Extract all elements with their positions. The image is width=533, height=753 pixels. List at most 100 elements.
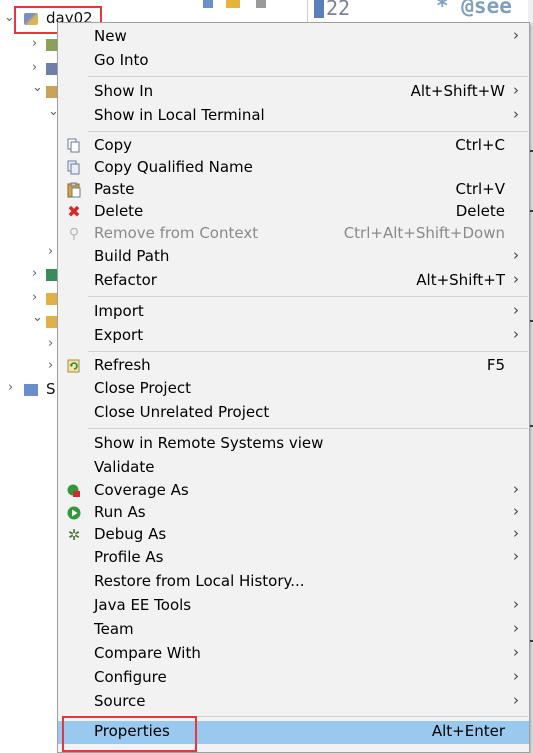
code-text: * @see	[436, 0, 512, 18]
menu-item-copy-qualified-name[interactable]: Copy Qualified Name	[58, 157, 529, 180]
menu-item-export[interactable]: Export ›	[58, 325, 529, 348]
properties-highlight-box	[62, 716, 197, 752]
menu-item-build-path[interactable]: Build Path ›	[58, 246, 529, 269]
menu-item-label: Show in Remote Systems view	[94, 434, 324, 452]
submenu-arrow-icon: ›	[513, 524, 519, 542]
menu-item-label: Restore from Local History...	[94, 572, 305, 590]
menu-item-label: Source	[94, 692, 146, 710]
menu-item-run-as[interactable]: Run As ›	[58, 502, 529, 525]
submenu-arrow-icon: ›	[513, 26, 519, 44]
menu-item-label: Delete	[94, 202, 144, 220]
folder-icon	[24, 384, 38, 396]
submenu-arrow-icon: ›	[513, 105, 519, 123]
menu-item-shortcut: Ctrl+V	[455, 180, 505, 198]
menu-item-label: Coverage As	[94, 481, 189, 499]
menu-item-team[interactable]: Team ›	[58, 619, 529, 642]
delete-icon: ✖	[67, 202, 81, 221]
menu-item-label: Show in Local Terminal	[94, 106, 265, 124]
menu-item-label: Export	[94, 326, 144, 344]
menu-item-label: Refresh	[94, 356, 151, 374]
menu-item-label: Java EE Tools	[94, 596, 192, 614]
menu-item-restore-from-local-history[interactable]: Restore from Local History...	[58, 571, 529, 594]
menu-item-label: Build Path	[94, 247, 170, 265]
submenu-arrow-icon: ›	[513, 619, 519, 637]
menu-item-validate[interactable]: Validate	[58, 457, 529, 480]
menu-separator	[88, 296, 528, 297]
menu-item-compare-with[interactable]: Compare With ›	[58, 643, 529, 666]
menu-item-label: Profile As	[94, 548, 164, 566]
menu-item-shortcut: Alt+Shift+T	[416, 271, 505, 289]
submenu-arrow-icon: ›	[513, 325, 519, 343]
menu-item-source[interactable]: Source ›	[58, 691, 529, 714]
submenu-arrow-icon: ›	[513, 81, 519, 99]
menu-item-show-in[interactable]: Show In Alt+Shift+W ›	[58, 81, 529, 104]
menu-item-java-ee-tools[interactable]: Java EE Tools ›	[58, 595, 529, 618]
menu-item-label: Show In	[94, 82, 154, 100]
menu-item-import[interactable]: Import ›	[58, 301, 529, 324]
menu-item-shortcut: Alt+Shift+W	[410, 82, 505, 100]
context-menu: New › Go Into Show In Alt+Shift+W › Show…	[57, 22, 530, 753]
paste-icon	[66, 182, 82, 198]
view-menu-icon[interactable]	[256, 0, 266, 8]
menu-item-copy[interactable]: Copy Ctrl+C	[58, 135, 529, 158]
menu-separator	[88, 76, 528, 77]
menu-item-delete[interactable]: ✖ Delete Delete	[58, 201, 529, 224]
submenu-arrow-icon: ›	[513, 547, 519, 565]
menu-item-shortcut: Delete	[455, 202, 505, 220]
menu-item-debug-as[interactable]: ✲ Debug As ›	[58, 524, 529, 547]
menu-item-configure[interactable]: Configure ›	[58, 667, 529, 690]
chevron-right-icon[interactable]: ›	[32, 60, 37, 75]
link-editor-icon[interactable]	[226, 0, 240, 8]
menu-item-label: Paste	[94, 180, 135, 198]
submenu-arrow-icon: ›	[513, 270, 519, 288]
menu-separator	[88, 131, 528, 132]
menu-item-label: Compare With	[94, 644, 201, 662]
menu-item-shortcut: Alt+Enter	[431, 722, 505, 740]
menu-item-refactor[interactable]: Refactor Alt+Shift+T ›	[58, 270, 529, 293]
remove-context-icon: ⚲	[68, 226, 80, 242]
copy-qualified-name-icon	[66, 160, 82, 176]
chevron-right-icon[interactable]: ›	[32, 266, 37, 281]
collapse-all-icon[interactable]	[203, 0, 213, 8]
menu-item-label: Refactor	[94, 271, 157, 289]
menu-item-profile-as[interactable]: Profile As ›	[58, 547, 529, 570]
chevron-right-icon[interactable]: ›	[8, 380, 13, 395]
menu-item-close-project[interactable]: Close Project	[58, 378, 529, 401]
coverage-icon	[66, 483, 82, 499]
chevron-right-icon[interactable]: ›	[32, 290, 37, 305]
copy-icon	[66, 138, 82, 154]
chevron-right-icon[interactable]: ›	[32, 36, 37, 51]
submenu-arrow-icon: ›	[513, 691, 519, 709]
menu-item-shortcut: F5	[486, 356, 505, 374]
menu-item-close-unrelated-project[interactable]: Close Unrelated Project	[58, 402, 529, 425]
submenu-arrow-icon: ›	[513, 595, 519, 613]
submenu-arrow-icon: ›	[513, 246, 519, 264]
line-number: 22	[326, 0, 351, 20]
chevron-right-icon[interactable]: ›	[48, 336, 53, 351]
menu-item-coverage-as[interactable]: Coverage As ›	[58, 480, 529, 503]
menu-separator	[88, 428, 528, 429]
menu-item-refresh[interactable]: Refresh F5	[58, 355, 529, 378]
refresh-icon	[66, 358, 82, 374]
menu-item-label: Run As	[94, 503, 146, 521]
menu-item-label: Go Into	[94, 51, 149, 69]
menu-item-label: New	[94, 27, 127, 45]
menu-item-label: Team	[94, 620, 134, 638]
chevron-right-icon[interactable]: ›	[48, 244, 53, 259]
debug-icon: ✲	[67, 526, 81, 544]
menu-item-label: Validate	[94, 458, 155, 476]
chevron-down-icon[interactable]: ⌄	[32, 80, 43, 95]
menu-item-new[interactable]: New ›	[58, 26, 529, 49]
chevron-right-icon[interactable]: ›	[48, 358, 53, 373]
editor-ruler-marker	[314, 0, 324, 18]
menu-item-go-into[interactable]: Go Into	[58, 50, 529, 73]
menu-item-paste[interactable]: Paste Ctrl+V	[58, 179, 529, 202]
chevron-down-icon[interactable]: ⌄	[32, 310, 43, 325]
submenu-arrow-icon: ›	[513, 667, 519, 685]
menu-item-label: Debug As	[94, 525, 167, 543]
menu-item-remove-from-context[interactable]: ⚲ Remove from Context Ctrl+Alt+Shift+Dow…	[58, 223, 529, 246]
submenu-arrow-icon: ›	[513, 301, 519, 319]
menu-item-show-in-local-terminal[interactable]: Show in Local Terminal ›	[58, 105, 529, 128]
submenu-arrow-icon: ›	[513, 643, 519, 661]
menu-item-show-in-remote-systems-view[interactable]: Show in Remote Systems view	[58, 433, 529, 456]
